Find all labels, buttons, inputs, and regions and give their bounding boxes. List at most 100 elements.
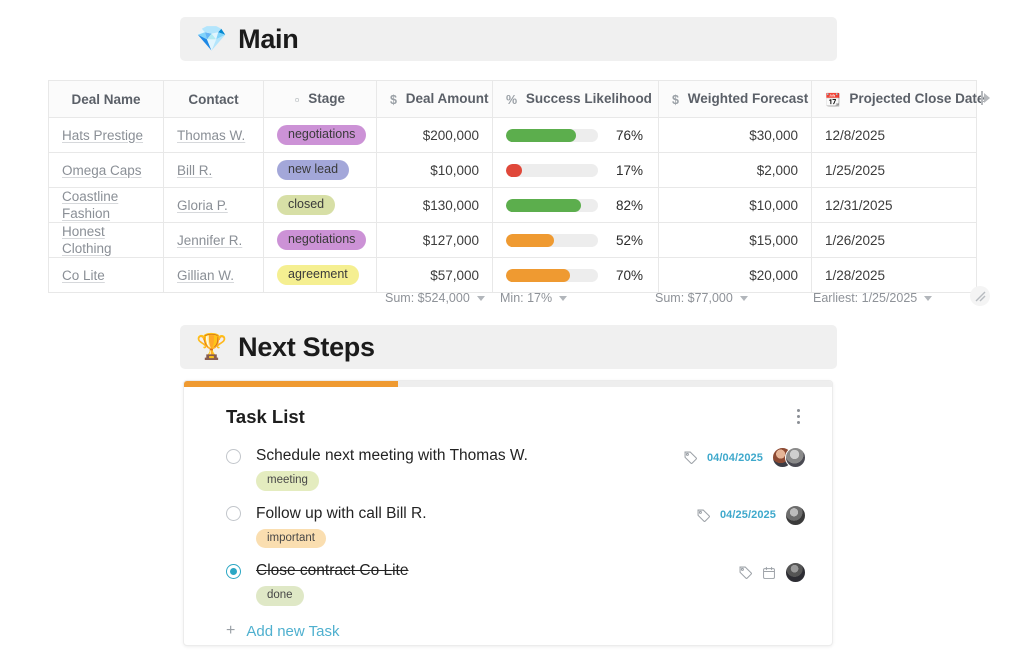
- table-row[interactable]: Honest Clothing Jennifer R. negotiations $1…: [49, 223, 977, 258]
- task-checkbox[interactable]: [226, 564, 241, 579]
- cell-contact[interactable]: Jennifer R.: [164, 223, 264, 258]
- table-row[interactable]: Coastline Fashion Gloria P. closed $130,000…: [49, 188, 977, 223]
- resize-handle[interactable]: [970, 286, 990, 306]
- column-header-deal-name[interactable]: Deal Name: [49, 81, 164, 118]
- add-new-task-button[interactable]: + Add new Task: [184, 615, 832, 640]
- contact-link[interactable]: Jennifer R.: [177, 232, 242, 249]
- assignee-avatars[interactable]: [785, 562, 806, 583]
- task-tag[interactable]: done: [256, 586, 304, 606]
- stage-badge[interactable]: negotiations: [277, 125, 366, 146]
- cell-success-likelihood[interactable]: 82%: [493, 188, 659, 223]
- deal-name-link[interactable]: Coastline Fashion: [62, 188, 150, 222]
- task-tag[interactable]: important: [256, 529, 326, 549]
- cell-deal-name[interactable]: Honest Clothing: [49, 223, 164, 258]
- assignee-avatars[interactable]: [772, 447, 806, 468]
- likelihood-value: 70%: [609, 268, 643, 283]
- contact-link[interactable]: Gillian W.: [177, 267, 234, 284]
- column-header-contact[interactable]: Contact: [164, 81, 264, 118]
- cell-deal-name[interactable]: Omega Caps: [49, 153, 164, 188]
- task-label: Schedule next meeting with Thomas W.: [256, 447, 528, 465]
- task-due-date[interactable]: 04/25/2025: [720, 509, 776, 521]
- task-due-date[interactable]: 04/04/2025: [707, 452, 763, 464]
- column-header-success-likelihood[interactable]: % Success Likelihood: [493, 81, 659, 118]
- deal-name-link[interactable]: Co Lite: [62, 267, 105, 284]
- cell-deal-name[interactable]: Coastline Fashion: [49, 188, 164, 223]
- deal-name-link[interactable]: Hats Prestige: [62, 127, 143, 144]
- summary-weighted-forecast[interactable]: Sum: $77,000: [655, 291, 748, 305]
- section-header-main[interactable]: 💎 Main: [180, 17, 837, 61]
- deal-name-link[interactable]: Honest Clothing: [62, 223, 150, 257]
- calendar-icon: 📆: [825, 93, 841, 108]
- cell-weighted-forecast[interactable]: $15,000: [659, 223, 812, 258]
- column-header-stage[interactable]: ▫ Stage: [264, 81, 377, 118]
- column-header-deal-amount[interactable]: $ Deal Amount: [377, 81, 493, 118]
- task-checkbox[interactable]: [226, 449, 241, 464]
- cell-success-likelihood[interactable]: 17%: [493, 153, 659, 188]
- tag-icon[interactable]: [738, 565, 753, 580]
- cell-deal-name[interactable]: Hats Prestige: [49, 118, 164, 153]
- table-row[interactable]: Omega Caps Bill R. new lead $10,00017%$2,00…: [49, 153, 977, 188]
- cell-contact[interactable]: Gloria P.: [164, 188, 264, 223]
- app-canvas: 💎 Main Deal Name Contact ▫ St: [0, 0, 1024, 663]
- stage-badge[interactable]: negotiations: [277, 230, 366, 251]
- cell-stage[interactable]: agreement: [264, 258, 377, 293]
- cell-weighted-forecast[interactable]: $20,000: [659, 258, 812, 293]
- column-label: Stage: [308, 91, 345, 106]
- chevron-down-icon: [559, 296, 567, 301]
- tag-icon[interactable]: [683, 450, 698, 465]
- kebab-menu-icon[interactable]: [791, 405, 806, 428]
- contact-link[interactable]: Bill R.: [177, 162, 212, 179]
- task-item[interactable]: Close contract Co Litedone: [226, 557, 832, 612]
- calendar-icon[interactable]: [762, 566, 776, 580]
- avatar[interactable]: [785, 562, 806, 583]
- cell-projected-close-date[interactable]: 12/31/2025: [812, 188, 977, 223]
- tag-icon[interactable]: [696, 508, 711, 523]
- cell-stage[interactable]: new lead: [264, 153, 377, 188]
- task-tag[interactable]: meeting: [256, 471, 319, 491]
- assignee-avatars[interactable]: [785, 505, 806, 526]
- cell-projected-close-date[interactable]: 1/25/2025: [812, 153, 977, 188]
- table-row[interactable]: Co Lite Gillian W. agreement $57,000 70% $20,…: [49, 258, 977, 293]
- section-header-next-steps[interactable]: 🏆 Next Steps: [180, 325, 837, 369]
- cell-contact[interactable]: Gillian W.: [164, 258, 264, 293]
- cell-success-likelihood[interactable]: 76%: [493, 118, 659, 153]
- table-row[interactable]: Hats Prestige Thomas W. negotiations $200,0…: [49, 118, 977, 153]
- cell-weighted-forecast[interactable]: $2,000: [659, 153, 812, 188]
- cell-projected-close-date[interactable]: 12/8/2025: [812, 118, 977, 153]
- cell-contact[interactable]: Thomas W.: [164, 118, 264, 153]
- cell-deal-amount[interactable]: $127,000: [377, 223, 493, 258]
- deals-table: Deal Name Contact ▫ Stage $ Deal Amount: [48, 80, 977, 293]
- task-item[interactable]: Follow up with call Bill R.04/25/2025imp…: [226, 500, 832, 555]
- cell-projected-close-date[interactable]: 1/26/2025: [812, 223, 977, 258]
- expand-column-arrow-icon[interactable]: [981, 88, 993, 108]
- cell-deal-amount[interactable]: $130,000: [377, 188, 493, 223]
- cell-deal-amount[interactable]: $57,000: [377, 258, 493, 293]
- avatar[interactable]: [785, 447, 806, 468]
- cell-deal-amount[interactable]: $200,000: [377, 118, 493, 153]
- avatar[interactable]: [785, 505, 806, 526]
- stage-badge[interactable]: closed: [277, 195, 335, 216]
- cell-contact[interactable]: Bill R.: [164, 153, 264, 188]
- cell-stage[interactable]: negotiations: [264, 118, 377, 153]
- task-checkbox[interactable]: [226, 506, 241, 521]
- stage-badge[interactable]: agreement: [277, 265, 359, 286]
- cell-deal-amount[interactable]: $10,000: [377, 153, 493, 188]
- cell-projected-close-date[interactable]: 1/28/2025: [812, 258, 977, 293]
- cell-stage[interactable]: negotiations: [264, 223, 377, 258]
- deal-name-link[interactable]: Omega Caps: [62, 162, 142, 179]
- summary-projected-close-date[interactable]: Earliest: 1/25/2025: [813, 291, 932, 305]
- contact-link[interactable]: Thomas W.: [177, 127, 245, 144]
- cell-stage[interactable]: closed: [264, 188, 377, 223]
- stage-badge[interactable]: new lead: [277, 160, 349, 181]
- cell-weighted-forecast[interactable]: $10,000: [659, 188, 812, 223]
- cell-deal-name[interactable]: Co Lite: [49, 258, 164, 293]
- column-header-projected-close-date[interactable]: 📆 Projected Close Date: [812, 81, 977, 118]
- contact-link[interactable]: Gloria P.: [177, 197, 228, 214]
- cell-success-likelihood[interactable]: 52%: [493, 223, 659, 258]
- cell-success-likelihood[interactable]: 70%: [493, 258, 659, 293]
- summary-deal-amount[interactable]: Sum: $524,000: [385, 291, 485, 305]
- task-item[interactable]: Schedule next meeting with Thomas W. 04/0…: [226, 442, 832, 497]
- cell-weighted-forecast[interactable]: $30,000: [659, 118, 812, 153]
- summary-success-likelihood[interactable]: Min: 17%: [500, 291, 567, 305]
- column-header-weighted-forecast[interactable]: $ Weighted Forecast: [659, 81, 812, 118]
